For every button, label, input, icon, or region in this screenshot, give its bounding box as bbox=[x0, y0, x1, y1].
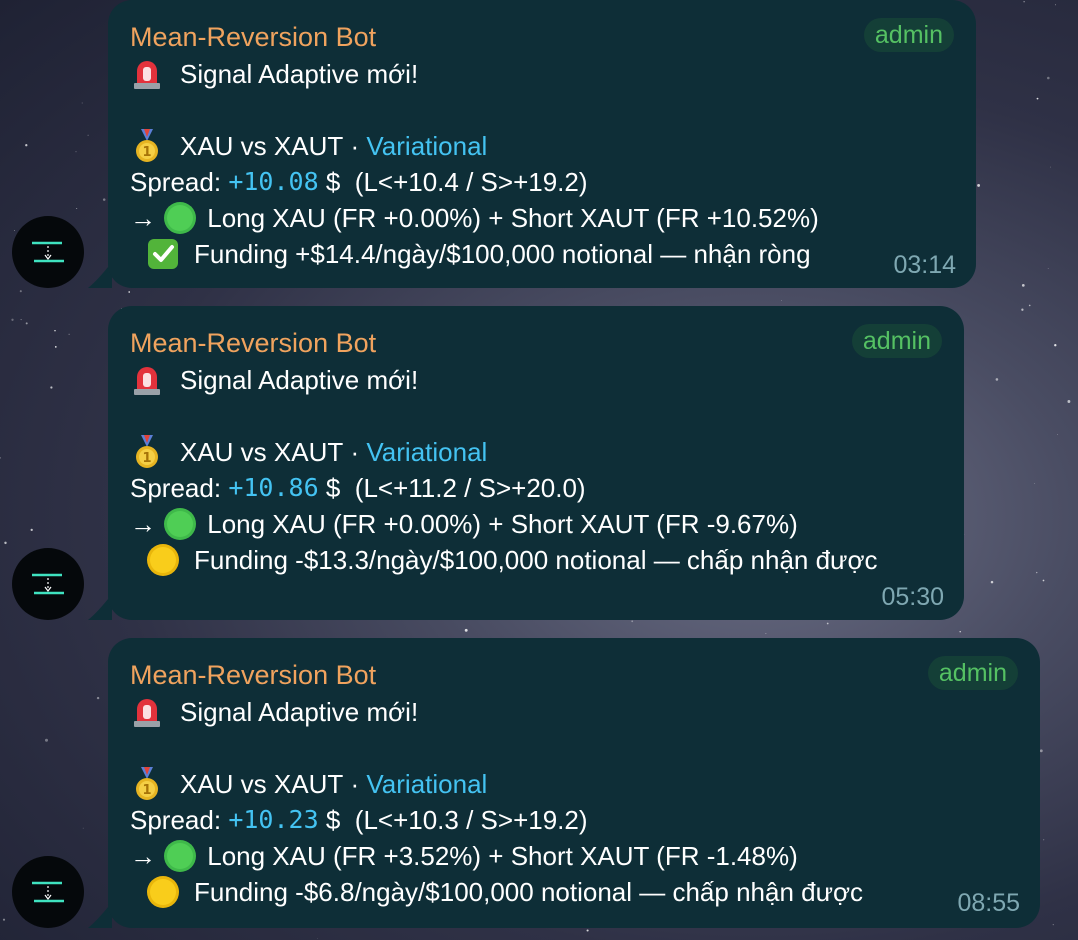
bot-avatar[interactable] bbox=[12, 856, 84, 928]
position-text: Long XAU (FR +0.00%) + Short XAUT (FR +1… bbox=[207, 203, 819, 233]
svg-text:1: 1 bbox=[142, 451, 151, 466]
pair-line: 1 XAU vs XAUT · Variational bbox=[130, 434, 487, 470]
spread-line: Spread: +10.08 $ (L<+10.4 / S>+19.2) bbox=[130, 164, 588, 200]
funding-line: Funding +$14.4/ngày/$100,000 notional — … bbox=[146, 236, 811, 272]
green-circle-icon bbox=[163, 839, 197, 873]
bot-avatar[interactable] bbox=[12, 216, 84, 288]
svg-text:1: 1 bbox=[142, 783, 151, 798]
first-place-medal-icon: 1 bbox=[130, 435, 164, 469]
venue-link[interactable]: Variational bbox=[366, 128, 487, 164]
venue-link[interactable]: Variational bbox=[366, 766, 487, 802]
siren-icon bbox=[130, 57, 164, 91]
title-line: Signal Adaptive mới! bbox=[130, 362, 418, 398]
green-circle-icon bbox=[163, 201, 197, 235]
sender-name[interactable]: Mean-Reversion Bot bbox=[130, 657, 376, 693]
spread-range: (L<+11.2 / S>+20.0) bbox=[354, 473, 586, 503]
svg-text:1: 1 bbox=[142, 145, 151, 160]
spread-value[interactable]: +10.23 bbox=[228, 802, 318, 838]
arrow-icon: → bbox=[130, 841, 156, 871]
sender-name[interactable]: Mean-Reversion Bot bbox=[130, 325, 376, 361]
position-line: → Long XAU (FR +0.00%) + Short XAUT (FR … bbox=[130, 200, 819, 236]
funding-line: Funding -$13.3/ngày/$100,000 notional — … bbox=[146, 542, 878, 578]
pair-line: 1 XAU vs XAUT · Variational bbox=[130, 766, 487, 802]
bot-logo-icon bbox=[32, 881, 64, 903]
position-text: Long XAU (FR +0.00%) + Short XAUT (FR -9… bbox=[207, 509, 798, 539]
message-bubble[interactable]: Mean-Reversion Bot admin Signal Adaptive… bbox=[108, 0, 976, 288]
green-circle-icon bbox=[163, 507, 197, 541]
spread-line: Spread: +10.86 $ (L<+11.2 / S>+20.0) bbox=[130, 470, 586, 506]
sender-name[interactable]: Mean-Reversion Bot bbox=[130, 19, 376, 55]
funding-text: Funding -$13.3/ngày/$100,000 notional — … bbox=[194, 545, 878, 575]
spread-range: (L<+10.4 / S>+19.2) bbox=[354, 167, 588, 197]
title-line: Signal Adaptive mới! bbox=[130, 56, 418, 92]
arrow-icon: → bbox=[130, 203, 156, 233]
check-mark-icon bbox=[146, 237, 180, 271]
bot-logo-icon bbox=[32, 573, 64, 595]
first-place-medal-icon: 1 bbox=[130, 767, 164, 801]
pair-name: XAU vs XAUT bbox=[180, 769, 344, 799]
message-time: 03:14 bbox=[893, 251, 956, 279]
spread-value[interactable]: +10.86 bbox=[228, 470, 318, 506]
yellow-circle-icon bbox=[146, 543, 180, 577]
bot-avatar[interactable] bbox=[12, 548, 84, 620]
spread-line: Spread: +10.23 $ (L<+10.3 / S>+19.2) bbox=[130, 802, 588, 838]
admin-badge: admin bbox=[851, 324, 942, 358]
spread-unit: $ bbox=[325, 473, 341, 503]
admin-badge: admin bbox=[863, 18, 954, 52]
spread-label: Spread: bbox=[130, 473, 222, 503]
signal-title: Signal Adaptive mới! bbox=[180, 365, 419, 395]
venue-link[interactable]: Variational bbox=[366, 434, 487, 470]
funding-text: Funding +$14.4/ngày/$100,000 notional — … bbox=[194, 239, 811, 269]
bot-logo-icon bbox=[32, 241, 64, 263]
pair-line: 1 XAU vs XAUT · Variational bbox=[130, 128, 487, 164]
pair-name: XAU vs XAUT bbox=[180, 131, 344, 161]
separator-dot: · bbox=[350, 131, 360, 161]
position-line: → Long XAU (FR +0.00%) + Short XAUT (FR … bbox=[130, 506, 798, 542]
spread-unit: $ bbox=[325, 805, 341, 835]
pair-name: XAU vs XAUT bbox=[180, 437, 344, 467]
position-line: → Long XAU (FR +3.52%) + Short XAUT (FR … bbox=[130, 838, 798, 874]
message-bubble[interactable]: Mean-Reversion Bot admin Signal Adaptive… bbox=[108, 638, 1040, 928]
arrow-icon: → bbox=[130, 509, 156, 539]
admin-badge: admin bbox=[927, 656, 1018, 690]
spread-label: Spread: bbox=[130, 805, 222, 835]
message-time: 05:30 bbox=[881, 583, 944, 611]
funding-line: Funding -$6.8/ngày/$100,000 notional — c… bbox=[146, 874, 863, 910]
separator-dot: · bbox=[350, 437, 360, 467]
separator-dot: · bbox=[350, 769, 360, 799]
position-text: Long XAU (FR +3.52%) + Short XAUT (FR -1… bbox=[207, 841, 798, 871]
title-line: Signal Adaptive mới! bbox=[130, 694, 418, 730]
spread-label: Spread: bbox=[130, 167, 222, 197]
message-time: 08:55 bbox=[957, 889, 1020, 917]
spread-unit: $ bbox=[325, 167, 341, 197]
signal-title: Signal Adaptive mới! bbox=[180, 59, 419, 89]
first-place-medal-icon: 1 bbox=[130, 129, 164, 163]
siren-icon bbox=[130, 363, 164, 397]
yellow-circle-icon bbox=[146, 875, 180, 909]
spread-value[interactable]: +10.08 bbox=[228, 164, 318, 200]
message-bubble[interactable]: Mean-Reversion Bot admin Signal Adaptive… bbox=[108, 306, 964, 620]
spread-range: (L<+10.3 / S>+19.2) bbox=[354, 805, 588, 835]
funding-text: Funding -$6.8/ngày/$100,000 notional — c… bbox=[194, 877, 864, 907]
siren-icon bbox=[130, 695, 164, 729]
signal-title: Signal Adaptive mới! bbox=[180, 697, 419, 727]
